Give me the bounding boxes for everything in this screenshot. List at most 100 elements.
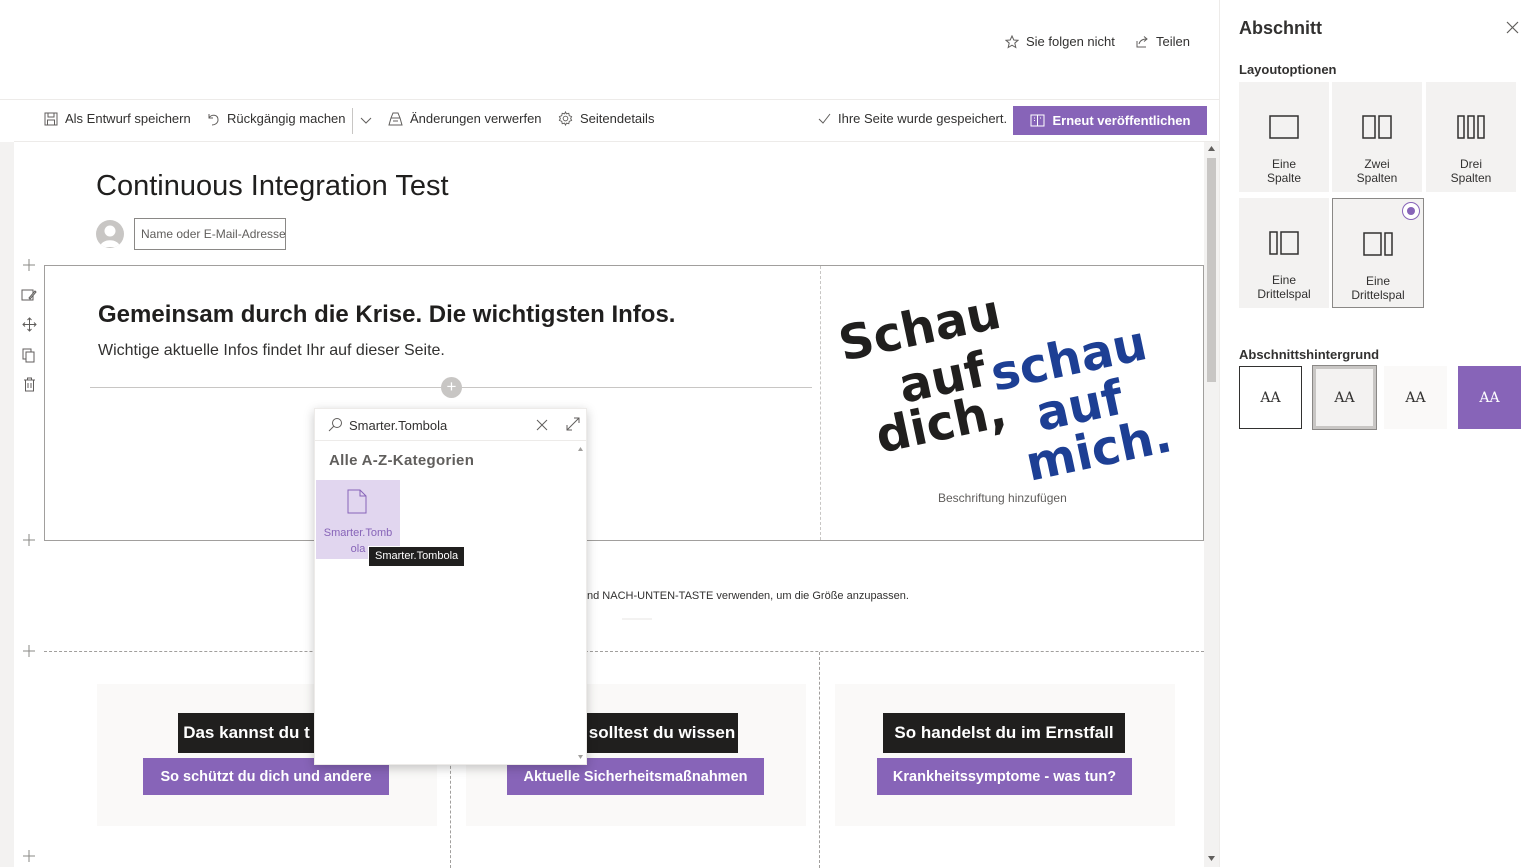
hero-headline[interactable]: Gemeinsam durch die Krise. Die wichtigst…: [98, 301, 675, 329]
section-hero[interactable]: Gemeinsam durch die Krise. Die wichtigst…: [44, 265, 1204, 541]
save-status-label: Ihre Seite wurde gespeichert.: [838, 111, 1008, 126]
card-1-heading[interactable]: Das kannst du t: [178, 713, 315, 753]
layout-label-line2: Drittelspal: [1257, 287, 1311, 301]
layout-three-columns[interactable]: Drei Spalten: [1426, 82, 1516, 192]
picker-search-value[interactable]: Smarter.Tombola: [349, 418, 447, 433]
top-bar: Sie folgen nicht Teilen: [0, 0, 1219, 100]
layout-label-line1: Zwei: [1364, 157, 1390, 171]
image-caption[interactable]: Beschriftung hinzufügen: [938, 491, 1067, 505]
image-text-black-3: dich,: [871, 383, 1011, 465]
add-webpart-button[interactable]: +: [441, 377, 462, 398]
search-icon: [328, 417, 343, 432]
bg-glyph: AA: [1479, 389, 1500, 406]
follow-button[interactable]: Sie folgen nicht: [1005, 34, 1115, 49]
scroll-thumb[interactable]: [1207, 158, 1216, 382]
share-icon: [1135, 35, 1149, 49]
background-option-neutral[interactable]: AA: [1312, 365, 1377, 430]
section-properties-panel: Abschnitt Layoutoptionen Eine Spalte Zwei…: [1219, 0, 1536, 867]
picker-category-title: Alle A-Z-Kategorien: [329, 452, 475, 469]
layout-label-line1: Eine: [1365, 274, 1391, 288]
left-rail: [0, 142, 14, 867]
clear-search-icon[interactable]: [536, 419, 548, 431]
star-icon: [1005, 34, 1019, 49]
book-icon: [1030, 114, 1045, 127]
duplicate-section-icon[interactable]: [20, 346, 38, 364]
card-2-heading[interactable]: solltest du wissen: [586, 713, 738, 753]
picker-scrollbar[interactable]: [575, 442, 586, 764]
add-section-icon[interactable]: [20, 256, 38, 274]
one-column-icon: [1239, 115, 1329, 139]
picker-search-box[interactable]: Smarter.Tombola: [315, 409, 586, 441]
page-details-label: Seitendetails: [580, 111, 655, 126]
column-divider: [820, 266, 821, 540]
layout-label-line2: Spalte: [1266, 171, 1302, 185]
scroll-up-arrow[interactable]: [1208, 146, 1215, 151]
save-icon: [44, 112, 58, 126]
column-divider: [819, 652, 820, 868]
card-3-link-button[interactable]: Krankheitssymptome - was tun?: [877, 758, 1132, 795]
picker-item-label-1: Smarter.Tomb: [323, 527, 393, 539]
layout-label-line2: Spalten: [1356, 171, 1398, 185]
undo-button[interactable]: Rückgängig machen: [206, 111, 346, 126]
layout-two-columns[interactable]: Zwei Spalten: [1332, 82, 1422, 192]
follow-label: Sie folgen nicht: [1026, 34, 1115, 49]
resize-handle[interactable]: [622, 618, 652, 620]
share-button[interactable]: Teilen: [1135, 34, 1190, 49]
save-status: Ihre Seite wurde gespeichert.: [818, 111, 1007, 126]
move-section-icon[interactable]: [20, 315, 38, 333]
undo-icon: [206, 112, 220, 126]
layout-one-third-left[interactable]: Eine Drittelspal: [1239, 198, 1329, 308]
expand-icon[interactable]: [566, 417, 580, 431]
panel-title: Abschnitt: [1239, 18, 1322, 38]
page-title[interactable]: Continuous Integration Test: [96, 170, 449, 203]
author-input[interactable]: Name oder E-Mail-Adresse: [134, 218, 286, 250]
webpart-picker: Smarter.Tombola Alle A-Z-Kategorien Smar…: [314, 408, 587, 765]
background-option-none[interactable]: AA: [1239, 366, 1302, 429]
card-3-heading[interactable]: So handelst du im Ernstfall: [883, 713, 1125, 753]
layout-label-line2: Drittelspal: [1351, 288, 1405, 302]
discard-label: Änderungen verwerfen: [410, 111, 542, 126]
discard-icon: [388, 112, 403, 126]
section-background-label: Abschnittshintergrund: [1239, 347, 1380, 362]
hero-subhead[interactable]: Wichtige aktuelle Infos findet Ihr auf d…: [98, 342, 445, 360]
delete-section-icon[interactable]: [20, 375, 38, 393]
undo-label: Rückgängig machen: [227, 111, 346, 126]
command-bar: Als Entwurf speichern Rückgängig machen …: [14, 100, 1219, 142]
add-section-icon[interactable]: [20, 847, 38, 865]
close-icon[interactable]: [1506, 21, 1519, 34]
background-option-strong[interactable]: AA: [1458, 366, 1521, 429]
background-option-soft[interactable]: AA: [1384, 366, 1447, 429]
canvas-scrollbar[interactable]: [1204, 142, 1219, 867]
add-section-icon[interactable]: [20, 642, 38, 660]
edit-section-icon[interactable]: [20, 286, 38, 304]
republish-label: Erneut veröffentlichen: [1052, 113, 1191, 128]
bg-glyph: AA: [1405, 389, 1426, 406]
bg-glyph: AA: [1260, 389, 1281, 406]
bg-glyph: AA: [1334, 389, 1355, 406]
avatar: [96, 220, 124, 248]
document-icon: [347, 489, 367, 514]
chevron-down-icon: [360, 114, 372, 126]
layout-label-line1: Eine: [1271, 157, 1297, 171]
card-3: So handelst du im Ernstfall Krankheitssy…: [835, 684, 1175, 826]
section-cards[interactable]: Das kannst du t So schützt du dich und a…: [44, 651, 1204, 868]
one-third-left-icon: [1239, 231, 1329, 255]
page-details-button[interactable]: Seitendetails: [558, 111, 654, 126]
hero-image: Schau auf dich, schau auf mich.: [835, 291, 1185, 491]
republish-button[interactable]: Erneut veröffentlichen: [1013, 106, 1207, 135]
layout-one-column[interactable]: Eine Spalte: [1239, 82, 1329, 192]
selected-radio-icon: [1402, 202, 1420, 220]
layout-options-label: Layoutoptionen: [1239, 62, 1337, 77]
add-section-icon[interactable]: [20, 531, 38, 549]
undo-dropdown[interactable]: [360, 114, 372, 126]
layout-label-line1: Eine: [1271, 273, 1297, 287]
save-draft-button[interactable]: Als Entwurf speichern: [44, 111, 191, 126]
share-label: Teilen: [1156, 34, 1190, 49]
scroll-down-arrow[interactable]: [1208, 856, 1215, 861]
save-draft-label: Als Entwurf speichern: [65, 111, 191, 126]
layout-label-line2: Spalten: [1450, 171, 1492, 185]
layout-one-third-right[interactable]: Eine Drittelspal: [1332, 198, 1424, 308]
discard-button[interactable]: Änderungen verwerfen: [388, 111, 542, 126]
three-columns-icon: [1426, 115, 1516, 139]
gear-icon: [558, 111, 573, 126]
